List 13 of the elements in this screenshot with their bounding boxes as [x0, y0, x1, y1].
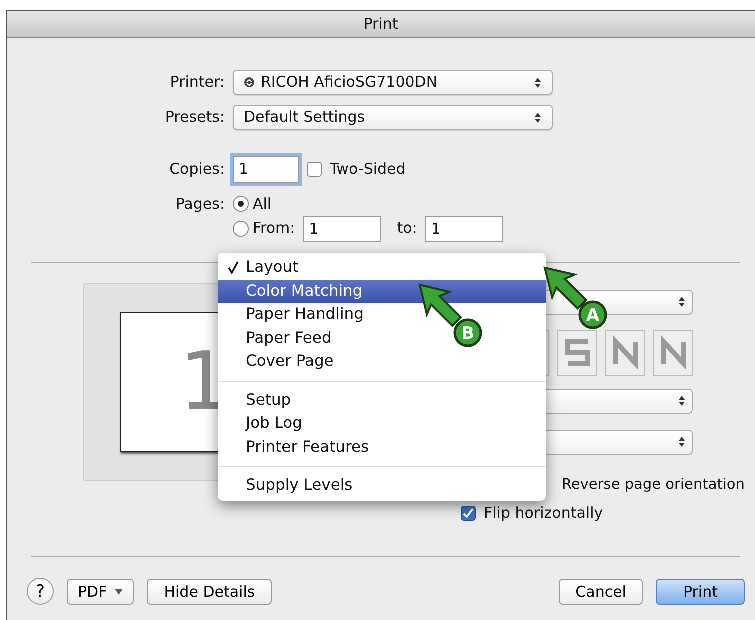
- field-label: Pages:: [174, 194, 225, 215]
- radio-label: From:: [253, 218, 296, 240]
- radio-label: All: [253, 194, 272, 215]
- window-title: Print: [7, 11, 755, 38]
- field-label: Presets:: [164, 107, 225, 128]
- field-label: to:: [397, 218, 418, 240]
- callout-letter: A: [586, 306, 600, 326]
- callout-letter: B: [462, 324, 474, 344]
- checkbox-label: Two-Sided: [330, 159, 406, 180]
- checkbox-label: Reverse page orientation: [560, 476, 745, 494]
- field-label: Copies:: [168, 159, 225, 180]
- field-label: Printer:: [169, 72, 225, 94]
- checkbox-label: Flip horizontally: [484, 503, 604, 524]
